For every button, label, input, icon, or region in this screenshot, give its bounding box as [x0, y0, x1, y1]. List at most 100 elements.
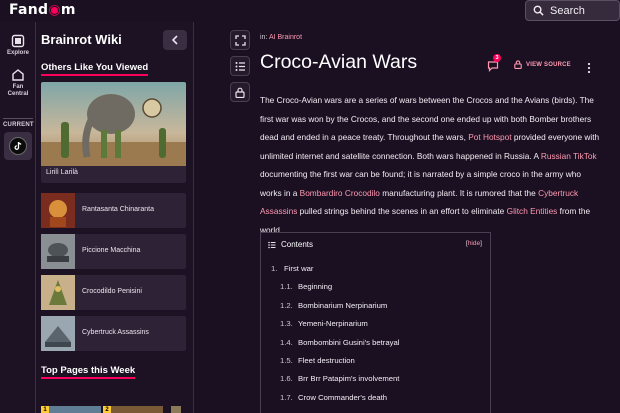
list-item[interactable]: Piccione Macchina — [41, 234, 186, 269]
search-button[interactable]: Search — [525, 0, 620, 21]
search-label: Search — [550, 4, 585, 17]
page-title: Croco-Avian Wars — [260, 51, 418, 73]
comments-button[interactable]: 3 — [487, 54, 501, 72]
tiktok-icon — [9, 137, 27, 155]
compass-icon — [11, 34, 25, 48]
toc-item-label: First war — [284, 264, 314, 273]
featured-card-title: Lirilì Larilà — [46, 169, 78, 176]
list-item[interactable]: Cybertruck Assassins — [41, 316, 186, 351]
article-link[interactable]: Pot Hotspot — [468, 132, 511, 142]
page-actions: 3 — [487, 54, 501, 72]
article-link[interactable]: Glitch Entities — [507, 206, 558, 216]
list-icon — [268, 241, 276, 248]
top-bar: Fand◉m Search — [0, 0, 620, 22]
article-body: The Croco-Avian wars are a series of war… — [260, 91, 604, 239]
list-item[interactable]: Rantasanta Chinaranta — [41, 193, 186, 228]
toc-item-number: 1.4. — [280, 337, 293, 347]
featured-card[interactable]: Lirilì Larilà — [41, 82, 186, 183]
article-content: in: AI Brainrot Croco-Avian Wars 3 VIEW … — [260, 22, 620, 413]
rail-item-explore[interactable]: Explore — [0, 34, 36, 56]
toc-list: 1. First war 1.1. Beginning 1.2. Bombinarium … — [271, 264, 486, 411]
rail-current-label: CURRENT — [3, 122, 34, 128]
search-icon — [533, 5, 544, 16]
toc-toggle-button[interactable] — [230, 56, 250, 76]
lock-icon — [514, 60, 522, 69]
toc-item-number: 1.3. — [280, 319, 293, 329]
view-source-label: VIEW SOURCE — [526, 61, 571, 68]
list-item-label: Crocodildo Penisini — [82, 288, 142, 295]
article-link[interactable]: Bombardiro Crocodilo — [300, 188, 380, 198]
chevron-left-icon — [171, 35, 178, 45]
comment-count-badge: 3 — [493, 54, 501, 62]
toc-hide-toggle[interactable]: [hide] — [466, 240, 482, 247]
table-of-contents: Contents [hide] 1. First war 1.1. Beginning… — [260, 232, 491, 413]
breadcrumb-prefix: in: — [260, 34, 269, 41]
rail-divider — [3, 118, 33, 119]
toc-item-number: 1.7. — [280, 392, 293, 402]
toc-title: Contents — [281, 240, 314, 249]
current-wiki-button[interactable] — [4, 132, 32, 160]
article-link[interactable]: Russian TikTok — [541, 151, 597, 161]
more-options-icon[interactable] — [586, 62, 592, 74]
toc-header: Contents — [268, 240, 313, 249]
list-item-thumbnail — [41, 316, 75, 351]
breadcrumb-category-link[interactable]: AI Brainrot — [269, 34, 302, 41]
fandom-logo[interactable]: Fand◉m — [9, 2, 76, 18]
toc-item[interactable]: 1.7. Crow Commander's death — [271, 393, 486, 411]
list-item-thumbnail — [41, 275, 75, 310]
toc-item-number: 1.1. — [280, 282, 293, 292]
toc-item-label: Crow Commander's death — [298, 392, 388, 402]
list-item-label: Cybertruck Assassins — [82, 329, 149, 336]
toc-item-number: 1. — [271, 264, 278, 273]
page-tools-rail — [227, 22, 253, 413]
list-item-label: Rantasanta Chinaranta — [82, 206, 154, 213]
others-viewed-heading: Others Like You Viewed — [41, 62, 149, 76]
toc-item[interactable]: 1.6. Brr Brr Patapim's involvement — [271, 374, 486, 392]
list-item-thumbnail — [41, 234, 75, 269]
top-page-card[interactable]: 1 — [41, 406, 101, 413]
toc-item[interactable]: 1.3. Yemeni-Nerpinarium — [271, 319, 486, 337]
wiki-title[interactable]: Brainrot Wiki — [41, 32, 122, 47]
rail-item-fan-central-label: Fan Central — [7, 84, 29, 97]
top-page-card[interactable] — [171, 406, 181, 413]
breadcrumb: in: AI Brainrot — [260, 34, 302, 41]
toc-item[interactable]: 1.5. Fleet destruction — [271, 356, 486, 374]
wiki-sidebar: Brainrot Wiki Others Like You Viewed Lir… — [36, 22, 194, 413]
rail-item-explore-label: Explore — [6, 50, 29, 56]
toc-item-number: 1.6. — [280, 374, 293, 384]
collapse-sidebar-button[interactable] — [163, 30, 187, 50]
featured-thumbnail — [41, 82, 186, 166]
toc-item-number: 1.2. — [280, 300, 293, 310]
article-text: pulled strings behind the scenes in an e… — [297, 206, 507, 216]
toc-item-label: Beginning — [298, 282, 333, 292]
list-icon — [235, 61, 245, 71]
toc-item[interactable]: 1. First war — [271, 264, 486, 282]
fullscreen-button[interactable] — [230, 30, 250, 50]
toc-hide-label: hide — [467, 240, 481, 247]
view-source-button[interactable]: VIEW SOURCE — [514, 60, 571, 69]
home-icon — [12, 69, 24, 81]
rail-item-fan-central[interactable]: Fan Central — [0, 68, 36, 98]
toc-item[interactable]: 1.2. Bombinarium Nerpinarium — [271, 301, 486, 319]
top-page-rank: 2 — [103, 406, 111, 413]
list-item-thumbnail — [41, 193, 75, 228]
toc-item[interactable]: 1.1. Beginning — [271, 282, 486, 300]
flame-icon: ◉ — [48, 2, 61, 18]
lock-icon — [235, 87, 245, 98]
toc-item-label: Brr Brr Patapim's involvement — [298, 374, 400, 384]
toc-item-label: Bombombini Gusini's betrayal — [298, 337, 400, 347]
top-page-card[interactable]: 2 — [103, 406, 163, 413]
toc-item-label: Yemeni-Nerpinarium — [298, 319, 368, 329]
list-item[interactable]: Crocodildo Penisini — [41, 275, 186, 310]
toc-item[interactable]: 1.4. Bombombini Gusini's betrayal — [271, 338, 486, 356]
top-page-rank: 1 — [41, 406, 49, 413]
expand-icon — [234, 34, 246, 46]
toc-item-number: 1.5. — [280, 355, 293, 365]
protection-button[interactable] — [230, 82, 250, 102]
top-pages-row: 1 2 — [41, 406, 181, 413]
toc-item-label: Bombinarium Nerpinarium — [298, 300, 388, 310]
list-item-label: Piccione Macchina — [82, 247, 141, 254]
toc-item-label: Fleet destruction — [298, 355, 355, 365]
top-pages-heading: Top Pages this Week — [41, 365, 136, 379]
article-text: manufacturing plant. It is rumored that … — [379, 187, 539, 198]
